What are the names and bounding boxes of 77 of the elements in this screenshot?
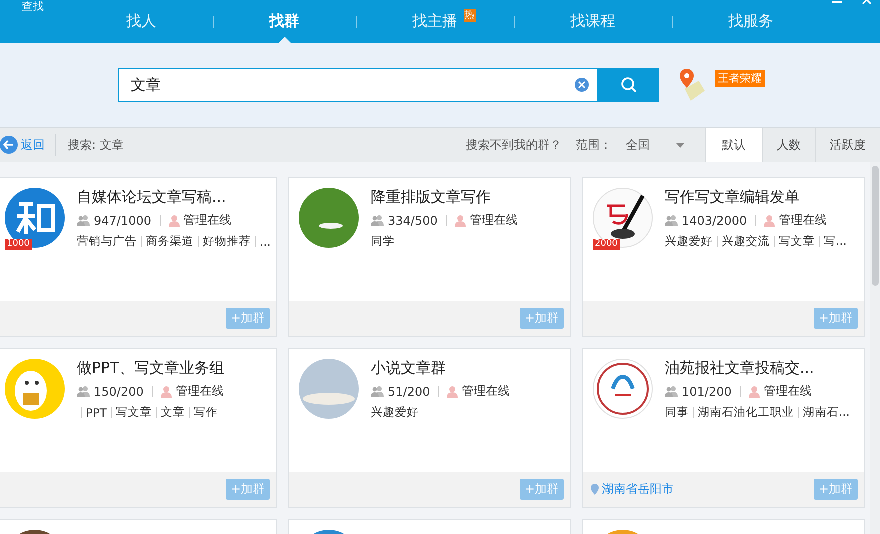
sort-tab[interactable]: 人数 bbox=[762, 128, 815, 162]
group-tag: 写文章 bbox=[116, 405, 152, 420]
scope-dropdown[interactable]: 全国 bbox=[626, 136, 685, 154]
admin-status: 管理在线 bbox=[779, 212, 828, 229]
group-card[interactable]: 小说文章群 51/200 管理在线 兴趣爱好 +加群 bbox=[288, 348, 571, 508]
people-icon bbox=[371, 215, 384, 226]
group-tag: 湖南石... bbox=[803, 405, 850, 420]
people-icon bbox=[665, 215, 678, 226]
photo-placeholder bbox=[299, 188, 359, 248]
person-icon bbox=[168, 214, 180, 226]
person-icon bbox=[160, 386, 172, 398]
people-icon bbox=[77, 215, 90, 226]
admin-status: 管理在线 bbox=[462, 383, 510, 400]
group-card[interactable]: 做PPT、写文章业务组 150/200 管理在线 PPT 写文章 文章 写作 +加群 bbox=[0, 348, 277, 508]
admin-status: 管理在线 bbox=[764, 383, 812, 400]
search-query: 搜索: 文章 bbox=[68, 136, 124, 154]
group-tag: 湖南石油化工职业 bbox=[698, 405, 794, 420]
location-pin-icon bbox=[591, 484, 599, 495]
search-icon bbox=[620, 77, 636, 93]
member-count: 51/200 bbox=[388, 384, 430, 398]
admin-status: 管理在线 bbox=[470, 212, 518, 229]
hot-badge: 热 bbox=[464, 9, 476, 22]
scope-label: 范围： bbox=[576, 136, 612, 154]
group-tag: ... bbox=[260, 234, 271, 248]
group-name[interactable]: 写作写文章编辑发单 bbox=[665, 188, 856, 207]
person-icon bbox=[748, 386, 760, 398]
group-name[interactable]: 油苑报社文章投稿交... bbox=[665, 359, 856, 378]
group-tag: 同学 bbox=[371, 234, 395, 249]
emblem-drawing bbox=[593, 359, 653, 419]
group-name[interactable]: 降重排版文章写作 bbox=[371, 188, 562, 207]
clear-icon[interactable] bbox=[575, 78, 589, 92]
group-tag: 文章 bbox=[160, 405, 185, 420]
people-icon bbox=[371, 386, 384, 397]
group-tag: 写... bbox=[824, 234, 847, 249]
scrollbar-thumb[interactable] bbox=[872, 166, 878, 286]
member-count: 150/200 bbox=[94, 384, 144, 398]
level-badge: 2000 bbox=[593, 239, 620, 250]
member-count: 1403/2000 bbox=[682, 214, 748, 228]
group-tag: 兴趣交流 bbox=[722, 234, 770, 249]
admin-status: 管理在线 bbox=[184, 212, 232, 229]
window-title: 查找 bbox=[22, 1, 44, 13]
caret-icon bbox=[676, 142, 685, 148]
photo-placeholder bbox=[299, 359, 359, 419]
search-button[interactable] bbox=[598, 68, 659, 102]
group-name[interactable]: 自媒体论坛文章写稿... bbox=[77, 188, 268, 207]
group-card[interactable]: 油苑报社文章投稿交... 101/200 管理在线 同事 湖南石油化工职业 湖南石... 湖南省岳阳市 +加群 bbox=[582, 348, 865, 508]
sort-tab[interactable]: 默认 bbox=[705, 128, 762, 162]
help-link[interactable]: 搜索不到我的群？ bbox=[466, 136, 562, 154]
group-card[interactable]: 1000 自媒体论坛文章写稿... 947/1000 管理在线 营销与广告 商务渠道 好物推荐 ... +加群 bbox=[0, 177, 277, 337]
map-pin-icon[interactable] bbox=[677, 67, 707, 103]
group-tag: 营销与广告 bbox=[77, 234, 137, 249]
level-badge: 1000 bbox=[5, 239, 32, 250]
search-field[interactable]: 文章 bbox=[118, 68, 598, 102]
person-icon bbox=[447, 386, 458, 398]
group-tag: 写作 bbox=[194, 405, 218, 420]
admin-status: 管理在线 bbox=[176, 383, 224, 400]
group-name[interactable]: 做PPT、写文章业务组 bbox=[77, 359, 268, 378]
cartoon-drawing bbox=[5, 359, 65, 419]
group-card[interactable]: 2000 写作写文章编辑发单 1403/2000 管理在线 兴趣爱好 兴趣交流 写文章 写... +加群 bbox=[582, 177, 865, 337]
calligraphy-drawing bbox=[593, 188, 653, 248]
group-tag: 兴趣爱好 bbox=[371, 405, 419, 420]
member-count: 947/1000 bbox=[94, 214, 152, 228]
group-card[interactable]: 降重排版文章写作 334/500 管理在线 同学 +加群 bbox=[288, 177, 571, 337]
member-count: 101/200 bbox=[682, 384, 732, 398]
group-tag: 写文章 bbox=[779, 234, 815, 249]
logo-drawing bbox=[5, 188, 65, 248]
people-icon bbox=[665, 386, 678, 397]
group-name[interactable]: 小说文章群 bbox=[371, 359, 562, 378]
people-icon bbox=[77, 386, 90, 397]
person-icon bbox=[764, 214, 776, 226]
group-tag: PPT bbox=[86, 406, 107, 420]
person-icon bbox=[454, 214, 466, 226]
group-tag: 兴趣爱好 bbox=[665, 234, 713, 249]
group-tag: 同事 bbox=[665, 405, 689, 420]
group-tag: 好物推荐 bbox=[203, 234, 251, 249]
member-count: 334/500 bbox=[388, 214, 438, 228]
group-tag: 商务渠道 bbox=[146, 234, 194, 249]
